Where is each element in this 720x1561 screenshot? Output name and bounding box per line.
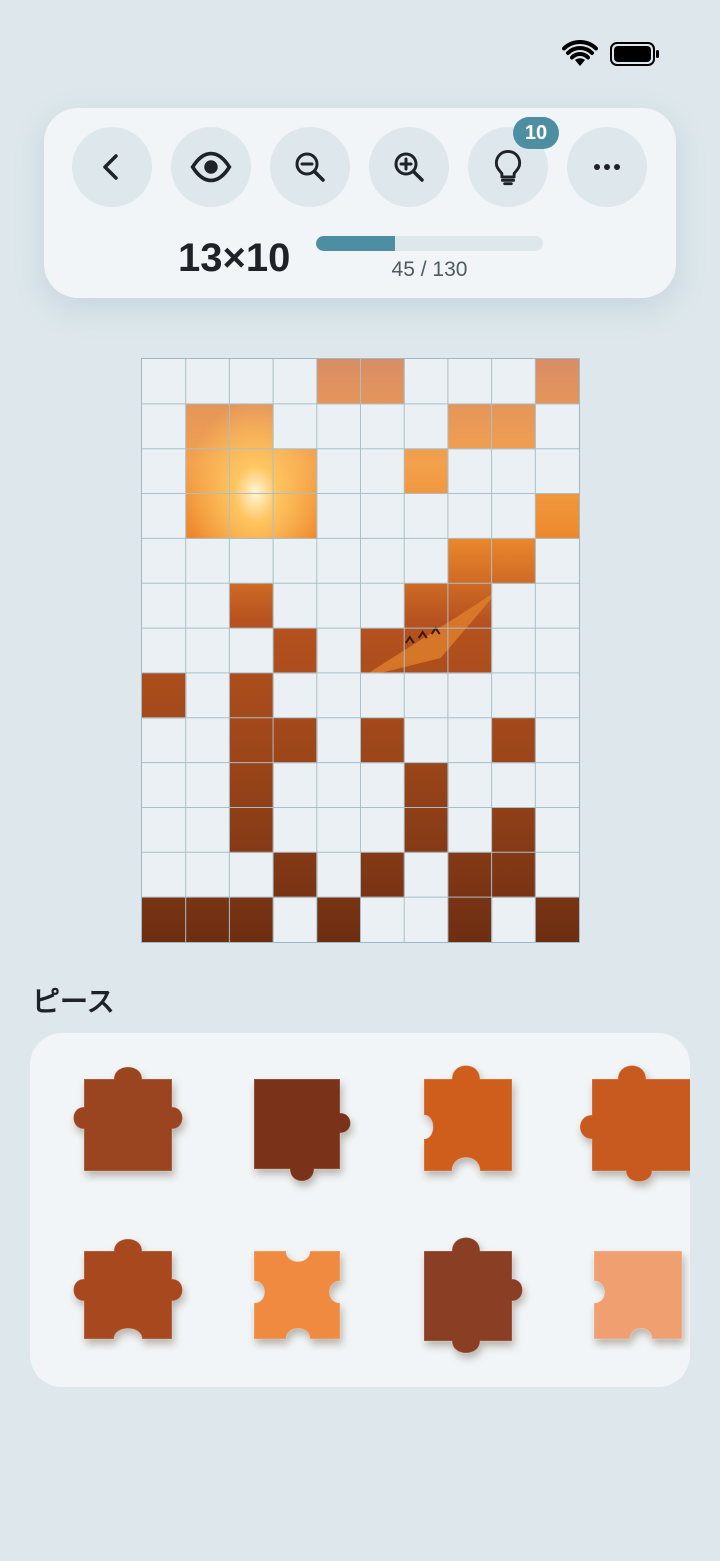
chevron-left-icon xyxy=(103,154,118,180)
hint-count-badge: 10 xyxy=(513,117,559,149)
puzzle-toolbar: 10 13×10 45 / 130 xyxy=(44,108,676,298)
status-bar xyxy=(0,0,720,100)
zoom-out-button[interactable] xyxy=(270,127,350,207)
preview-button[interactable] xyxy=(171,127,251,207)
more-horizontal-icon xyxy=(594,164,620,170)
tray-piece-5[interactable] xyxy=(58,1225,198,1350)
tray-piece-2[interactable] xyxy=(250,1073,370,1193)
pieces-section-title: ピース xyxy=(32,986,115,1017)
piece-tray[interactable] xyxy=(30,1033,690,1387)
battery-full-icon xyxy=(610,42,659,66)
lightbulb-icon xyxy=(494,150,522,186)
tray-piece-3[interactable] xyxy=(420,1053,530,1173)
board-grid xyxy=(142,359,579,942)
grid-size-label: 13×10 xyxy=(178,236,291,280)
zoom-out-icon xyxy=(295,152,325,182)
puzzle-board[interactable] xyxy=(141,358,580,943)
progress-text: 45 / 130 xyxy=(391,258,468,281)
more-button[interactable] xyxy=(567,127,647,207)
progress-bar xyxy=(316,236,543,251)
wifi-icon xyxy=(562,40,598,66)
tray-piece-6[interactable] xyxy=(250,1245,350,1345)
eye-icon xyxy=(190,151,232,183)
tray-piece-8[interactable] xyxy=(590,1245,690,1345)
tray-piece-7[interactable] xyxy=(420,1225,540,1375)
progress-fill xyxy=(316,236,395,251)
back-button[interactable] xyxy=(72,127,152,207)
tray-piece-1[interactable] xyxy=(58,1053,198,1173)
zoom-in-button[interactable] xyxy=(369,127,449,207)
tray-piece-4[interactable] xyxy=(566,1053,690,1203)
zoom-in-icon xyxy=(394,152,424,182)
